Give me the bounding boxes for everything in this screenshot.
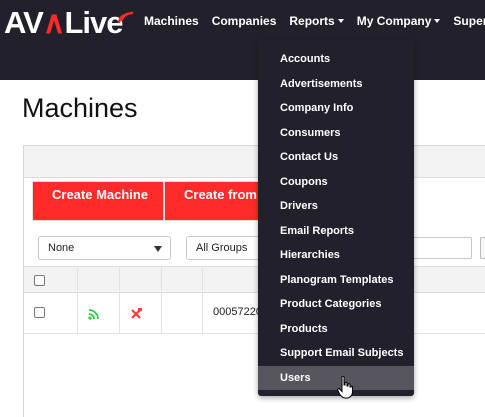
nav-menu: Machines Companies Reports My Company Su… <box>144 13 485 29</box>
menu-item-users[interactable]: Users <box>258 366 414 390</box>
menu-item-consumers[interactable]: Consumers <box>258 121 414 145</box>
nav-super[interactable]: Super <box>453 13 485 29</box>
select-all-checkbox[interactable] <box>34 275 45 286</box>
status-select[interactable]: None <box>38 236 171 260</box>
machines-panel: Create Machine Create from S None All Gr… <box>23 145 485 417</box>
menu-item-company-info[interactable]: Company Info <box>258 96 414 120</box>
search-button[interactable] <box>480 237 485 259</box>
nav-companies[interactable]: Companies <box>212 13 277 29</box>
menu-item-product-categories[interactable]: Product Categories <box>258 292 414 316</box>
caret-down-icon <box>434 18 441 23</box>
logo-text: AV∧Live <box>4 5 124 40</box>
menu-item-email-reports[interactable]: Email Reports <box>258 219 414 243</box>
menu-item-planogram-templates[interactable]: Planogram Templates <box>258 268 414 292</box>
menu-item-coupons[interactable]: Coupons <box>258 170 414 194</box>
menu-item-contact-us[interactable]: Contact Us <box>258 145 414 169</box>
page-title: Machines <box>22 93 138 123</box>
hand-pointer-icon <box>337 376 353 399</box>
wifi-signal-icon <box>88 309 99 320</box>
caret-down-icon <box>337 18 344 23</box>
menu-item-hierarchies[interactable]: Hierarchies <box>258 243 414 267</box>
machine-serial[interactable]: 00057220 <box>213 306 262 318</box>
menu-item-products[interactable]: Products <box>258 317 414 341</box>
panel-header <box>24 146 485 178</box>
table-row[interactable]: 00057220 <box>24 294 485 334</box>
menu-item-advertisements[interactable]: Advertisements <box>258 72 414 96</box>
brand-logo[interactable]: AV∧Live <box>4 5 134 41</box>
menu-item-support-email-subjects[interactable]: Support Email Subjects <box>258 341 414 365</box>
my-company-dropdown: Accounts Advertisements Company Info Con… <box>258 41 414 396</box>
nav-my-company[interactable]: My Company <box>357 13 441 29</box>
tools-icon[interactable] <box>130 307 143 320</box>
signal-icon <box>117 11 134 24</box>
menu-item-accounts[interactable]: Accounts <box>258 47 414 71</box>
row-checkbox[interactable] <box>34 307 45 318</box>
nav-reports[interactable]: Reports <box>289 13 344 29</box>
status-select-value: None <box>48 242 75 254</box>
create-machine-button[interactable]: Create Machine <box>32 181 164 221</box>
group-select-value: All Groups <box>196 242 248 254</box>
nav-machines[interactable]: Machines <box>144 13 199 29</box>
menu-item-drivers[interactable]: Drivers <box>258 194 414 218</box>
table-header <box>24 266 485 293</box>
chevron-down-icon <box>154 246 162 252</box>
